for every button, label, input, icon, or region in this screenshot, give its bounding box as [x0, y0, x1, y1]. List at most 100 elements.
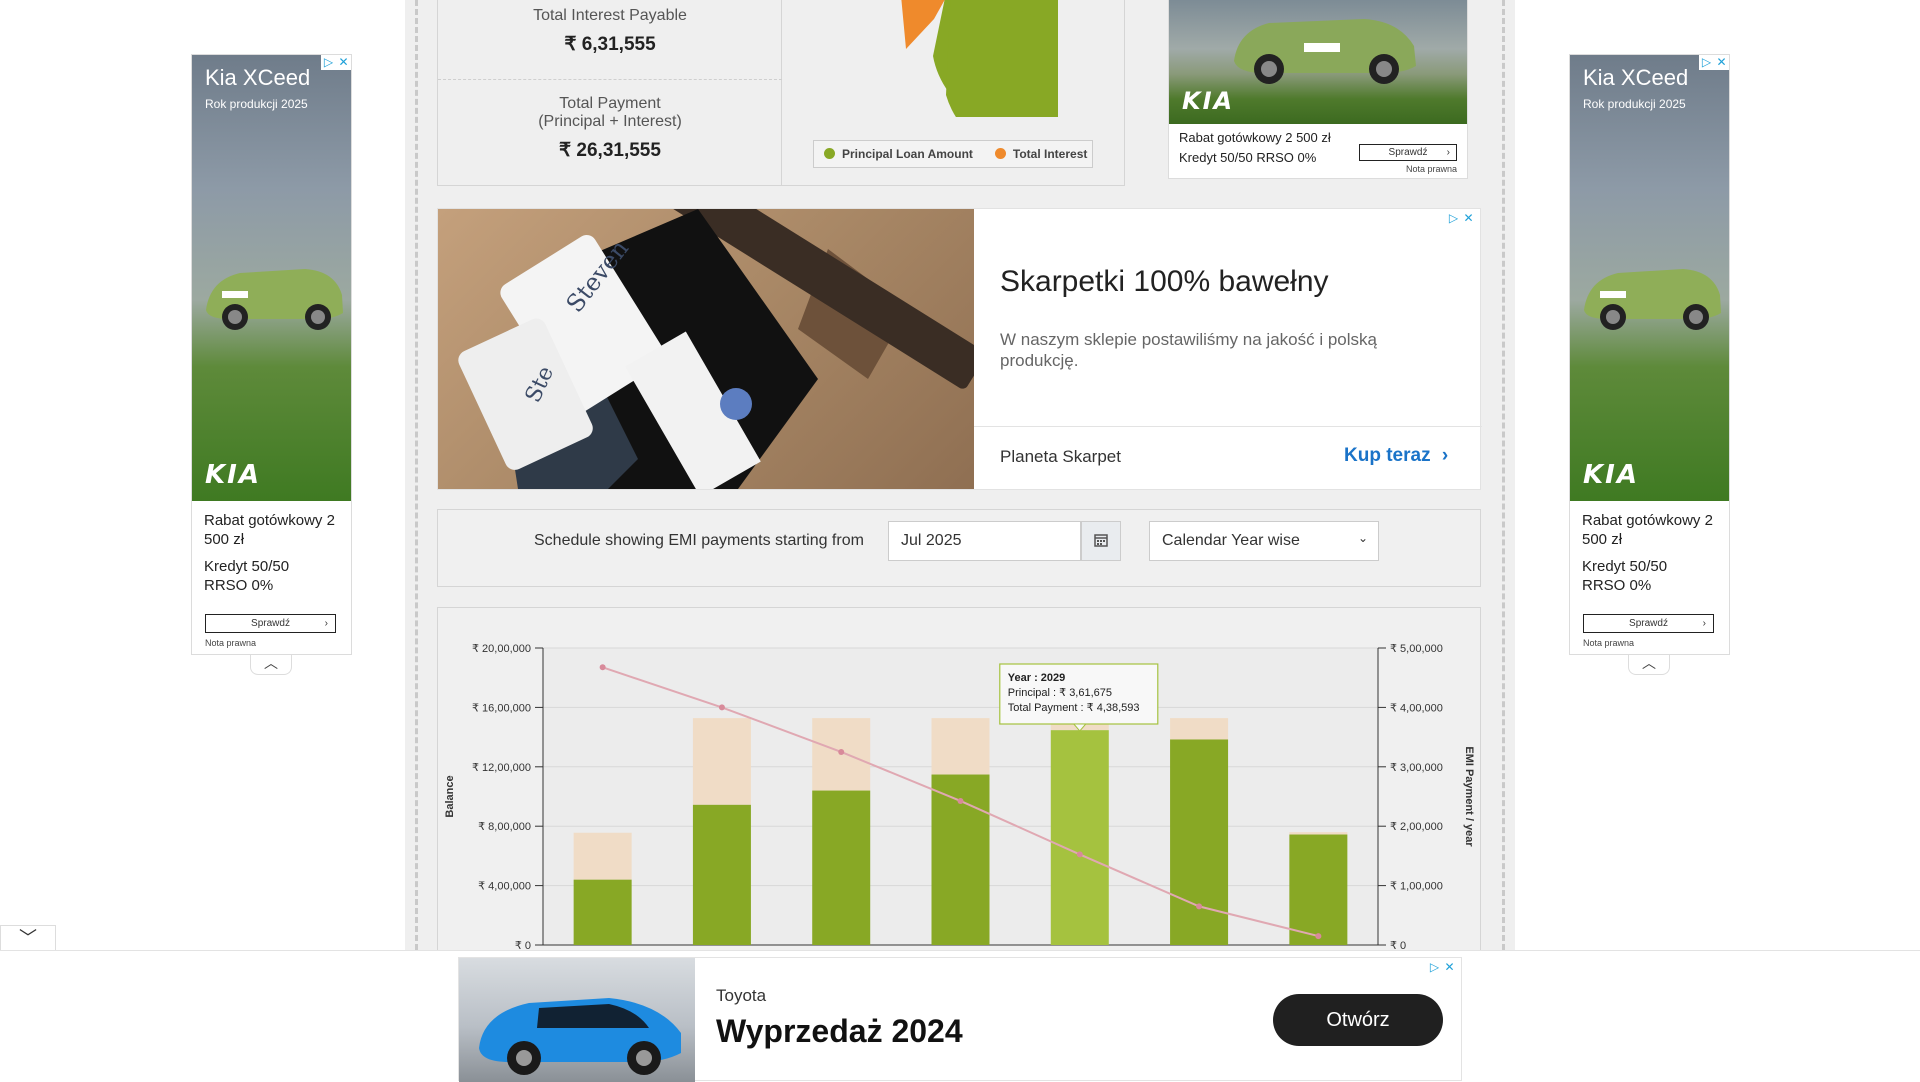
bar-principal-2025[interactable] — [573, 879, 632, 945]
dashed-border-left — [415, 0, 418, 950]
legend-interest-dot — [994, 148, 1006, 159]
total-payment-value: ₹ 26,31,555 — [559, 140, 661, 161]
y2-tick-label: ₹ 2,00,000 — [1390, 821, 1443, 833]
emi-chart: ₹ 20,00,000 ₹ 16,00,000 ₹ 12,00,000 ₹ 8,00,… — [444, 643, 1475, 952]
sock-ad-advertiser[interactable]: Planeta Skarpet — [1000, 447, 1121, 467]
loan-summary-panel: Total Interest Payable ₹ 6,31,555 Total … — [437, 0, 1125, 186]
balance-point-2028[interactable] — [957, 797, 964, 804]
kia-left-title: Kia XCeed — [205, 65, 311, 90]
ad-marks: ▷ ✕ — [1427, 960, 1457, 975]
balance-point-2025[interactable] — [599, 664, 606, 671]
sock-ad-cta-label: Kup teraz — [1344, 445, 1431, 466]
kia-top-ad[interactable]: KIA Rabat gotówkowy 2 500 zł Kredyt 50/5… — [1168, 0, 1468, 179]
y2-tick-label: ₹ 1,00,000 — [1390, 881, 1443, 893]
kia-right-cta-label: Sprawdź — [1629, 618, 1668, 629]
kia-left-cta-button[interactable]: Sprawdź › — [205, 614, 336, 633]
car-image — [206, 269, 343, 330]
ad-marks: ▷ ✕ — [321, 55, 351, 70]
balance-point-2029[interactable] — [1076, 851, 1083, 858]
emi-chart-panel: ₹ 20,00,000 ₹ 16,00,000 ₹ 12,00,000 ₹ 8,00,… — [437, 607, 1481, 967]
ad-marks: ▷ ✕ — [1699, 55, 1729, 70]
bar-interest-2030[interactable] — [1170, 718, 1229, 740]
ad-choices-icon[interactable]: ▷ — [321, 55, 336, 70]
bar-interest-2028[interactable] — [931, 718, 990, 775]
kia-right-title: Kia XCeed — [1583, 65, 1689, 90]
sock-ad-headline[interactable]: Skarpetki 100% bawełny — [1000, 265, 1329, 299]
collapse-left-ad-button[interactable]: ︿ — [250, 655, 292, 675]
ad-choices-icon[interactable]: ▷ — [1427, 960, 1442, 975]
car-image — [1584, 269, 1721, 330]
total-interest-label: Total Interest Payable — [533, 7, 687, 24]
y-tick-label: ₹ 4,00,000 — [478, 881, 531, 893]
legend-interest-label: Total Interest — [1012, 147, 1088, 161]
balance-point-2030[interactable] — [1196, 903, 1203, 910]
ad-close-icon[interactable]: ✕ — [336, 55, 351, 70]
kia-left-subtitle: Rok produkcji 2025 — [205, 97, 308, 111]
sock-ad-image: Steven Ste — [438, 209, 974, 489]
ad-choices-icon[interactable]: ▷ — [1699, 55, 1714, 70]
kia-left-cta-label: Sprawdź — [251, 618, 290, 629]
kia-side-ad-left-image: Kia XCeed Rok produkcji 2025 KIA — [192, 55, 351, 501]
sock-ad-cta[interactable]: Kup teraz › — [1344, 445, 1448, 467]
kia-top-line1: Rabat gotówkowy 2 500 zł — [1179, 130, 1331, 145]
bar-interest-2025[interactable] — [573, 832, 632, 880]
pie-slice-principal-body — [946, 0, 1058, 117]
expand-bottom-ad-button[interactable]: ﹀ — [0, 925, 56, 950]
toyota-ad-headline[interactable]: Wyprzedaż 2024 — [716, 1013, 963, 1050]
legend-principal[interactable]: Principal Loan Amount — [824, 147, 973, 161]
ad-marks: ▷ ✕ — [1446, 211, 1476, 226]
ad-close-icon[interactable]: ✕ — [1442, 960, 1457, 975]
kia-logo: KIA — [1583, 460, 1639, 490]
car-image — [1234, 19, 1416, 84]
kia-top-legal[interactable]: Nota prawna — [1406, 164, 1457, 174]
ad-choices-icon[interactable]: ▷ — [1446, 211, 1461, 226]
bar-principal-2031[interactable] — [1289, 834, 1348, 945]
kia-right-cta-button[interactable]: Sprawdź › — [1583, 614, 1714, 633]
kia-top-line2: Kredyt 50/50 RRSO 0% — [1179, 150, 1317, 165]
ad-close-icon[interactable]: ✕ — [1714, 55, 1729, 70]
sock-ad-divider — [974, 426, 1482, 427]
kia-left-line2: Kredyt 50/50 RRSO 0% — [204, 558, 290, 594]
sock-ad-description: W naszym sklepie postawiliśmy na jakość … — [1000, 330, 1377, 370]
kia-left-legal[interactable]: Nota prawna — [205, 638, 256, 648]
tooltip-total: Total Payment : ₹ 4,38,593 — [1008, 702, 1140, 714]
toyota-ad[interactable]: Toyota Wyprzedaż 2024 Otwórz ▷ ✕ — [458, 957, 1462, 1082]
bar-principal-2029[interactable] — [1050, 730, 1109, 945]
bar-interest-2026[interactable] — [692, 718, 751, 805]
ad-close-icon[interactable]: ✕ — [1461, 211, 1476, 226]
kia-right-legal[interactable]: Nota prawna — [1583, 638, 1634, 648]
kia-top-cta-label: Sprawdź — [1388, 147, 1428, 158]
balance-point-2027[interactable] — [838, 748, 845, 755]
total-interest-value: ₹ 6,31,555 — [564, 34, 656, 55]
sock-ad[interactable]: Steven Ste Skarpetki 100% bawełny W nasz… — [437, 208, 1482, 490]
bar-principal-2030[interactable] — [1170, 739, 1229, 945]
schedule-label: Schedule showing EMI payments starting f… — [534, 532, 864, 549]
bar-principal-2026[interactable] — [692, 804, 751, 945]
tooltip-year: Year : 2029 — [1008, 672, 1065, 684]
calendar-button[interactable] — [1081, 521, 1121, 561]
toyota-ad-cta-button[interactable]: Otwórz — [1273, 994, 1443, 1046]
kia-top-cta-button[interactable]: Sprawdź › — [1359, 144, 1457, 161]
balance-point-2031[interactable] — [1315, 933, 1322, 940]
y2-tick-label: ₹ 3,00,000 — [1390, 762, 1443, 774]
kia-right-line2: Kredyt 50/50 RRSO 0% — [1582, 558, 1668, 594]
total-payment-label-line2: (Principal + Interest) — [538, 113, 682, 130]
kia-side-ad-left[interactable]: Kia XCeed Rok produkcji 2025 KIA Rabat g… — [191, 54, 352, 655]
tooltip-principal: Principal : ₹ 3,61,675 — [1008, 687, 1112, 699]
chevron-up-icon: ︿ — [264, 655, 278, 671]
bar-principal-2027[interactable] — [812, 790, 871, 945]
y-tick-label: ₹ 20,00,000 — [472, 643, 531, 655]
pie-legend: Principal Loan Amount Total Interest — [813, 140, 1093, 168]
kia-top-ad-image: KIA — [1169, 0, 1467, 124]
pie-chart — [901, 0, 1058, 117]
schedule-controls: Schedule showing EMI payments starting f… — [437, 509, 1481, 587]
chevron-down-icon: ⌄ — [1357, 531, 1368, 545]
collapse-right-ad-button[interactable]: ︿ — [1628, 655, 1670, 675]
kia-side-ad-right[interactable]: Kia XCeed Rok produkcji 2025 KIA Rabat g… — [1569, 54, 1730, 655]
view-mode-select[interactable]: Calendar Year wise ⌄ — [1149, 521, 1379, 561]
legend-interest[interactable]: Total Interest — [994, 147, 1088, 161]
y-tick-label: ₹ 12,00,000 — [472, 762, 531, 774]
balance-point-2026[interactable] — [718, 704, 725, 711]
start-date-input[interactable]: Jul 2025 — [888, 521, 1081, 561]
bar-interest-2031[interactable] — [1289, 832, 1348, 835]
